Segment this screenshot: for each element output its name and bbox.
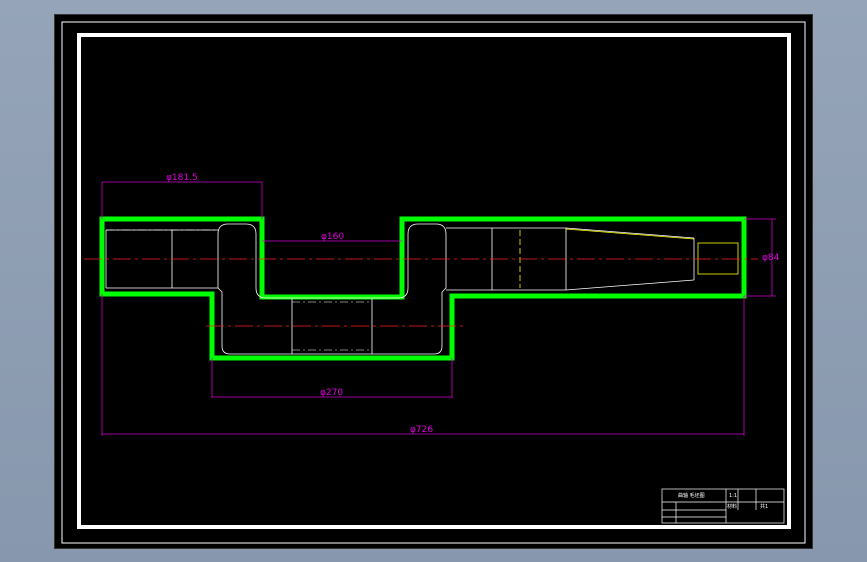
dimension-270: φ270	[320, 388, 343, 398]
title-block-material: 材料	[727, 503, 737, 510]
dimension-84: φ84	[762, 253, 780, 263]
crankshaft-drawing: φ181.5 φ160 φ84 φ270 φ726 曲轴 毛坯图 1:1 材料 …	[61, 21, 806, 544]
dimension-181-5: φ181.5	[166, 173, 198, 183]
dimension-726: φ726	[410, 425, 433, 435]
title-block-sheet: 共1	[760, 503, 768, 510]
cad-drawing-viewport[interactable]: φ181.5 φ160 φ84 φ270 φ726 曲轴 毛坯图 1:1 材料 …	[54, 14, 813, 549]
hidden-detail-lines	[519, 228, 739, 288]
outer-sheet-border	[61, 21, 806, 544]
dimension-160: φ160	[321, 232, 344, 242]
blank-outline	[99, 216, 747, 361]
title-block-scale: 1:1	[729, 493, 737, 499]
title-block-name: 曲轴 毛坯图	[678, 492, 705, 499]
journal-centerlines	[106, 229, 372, 351]
